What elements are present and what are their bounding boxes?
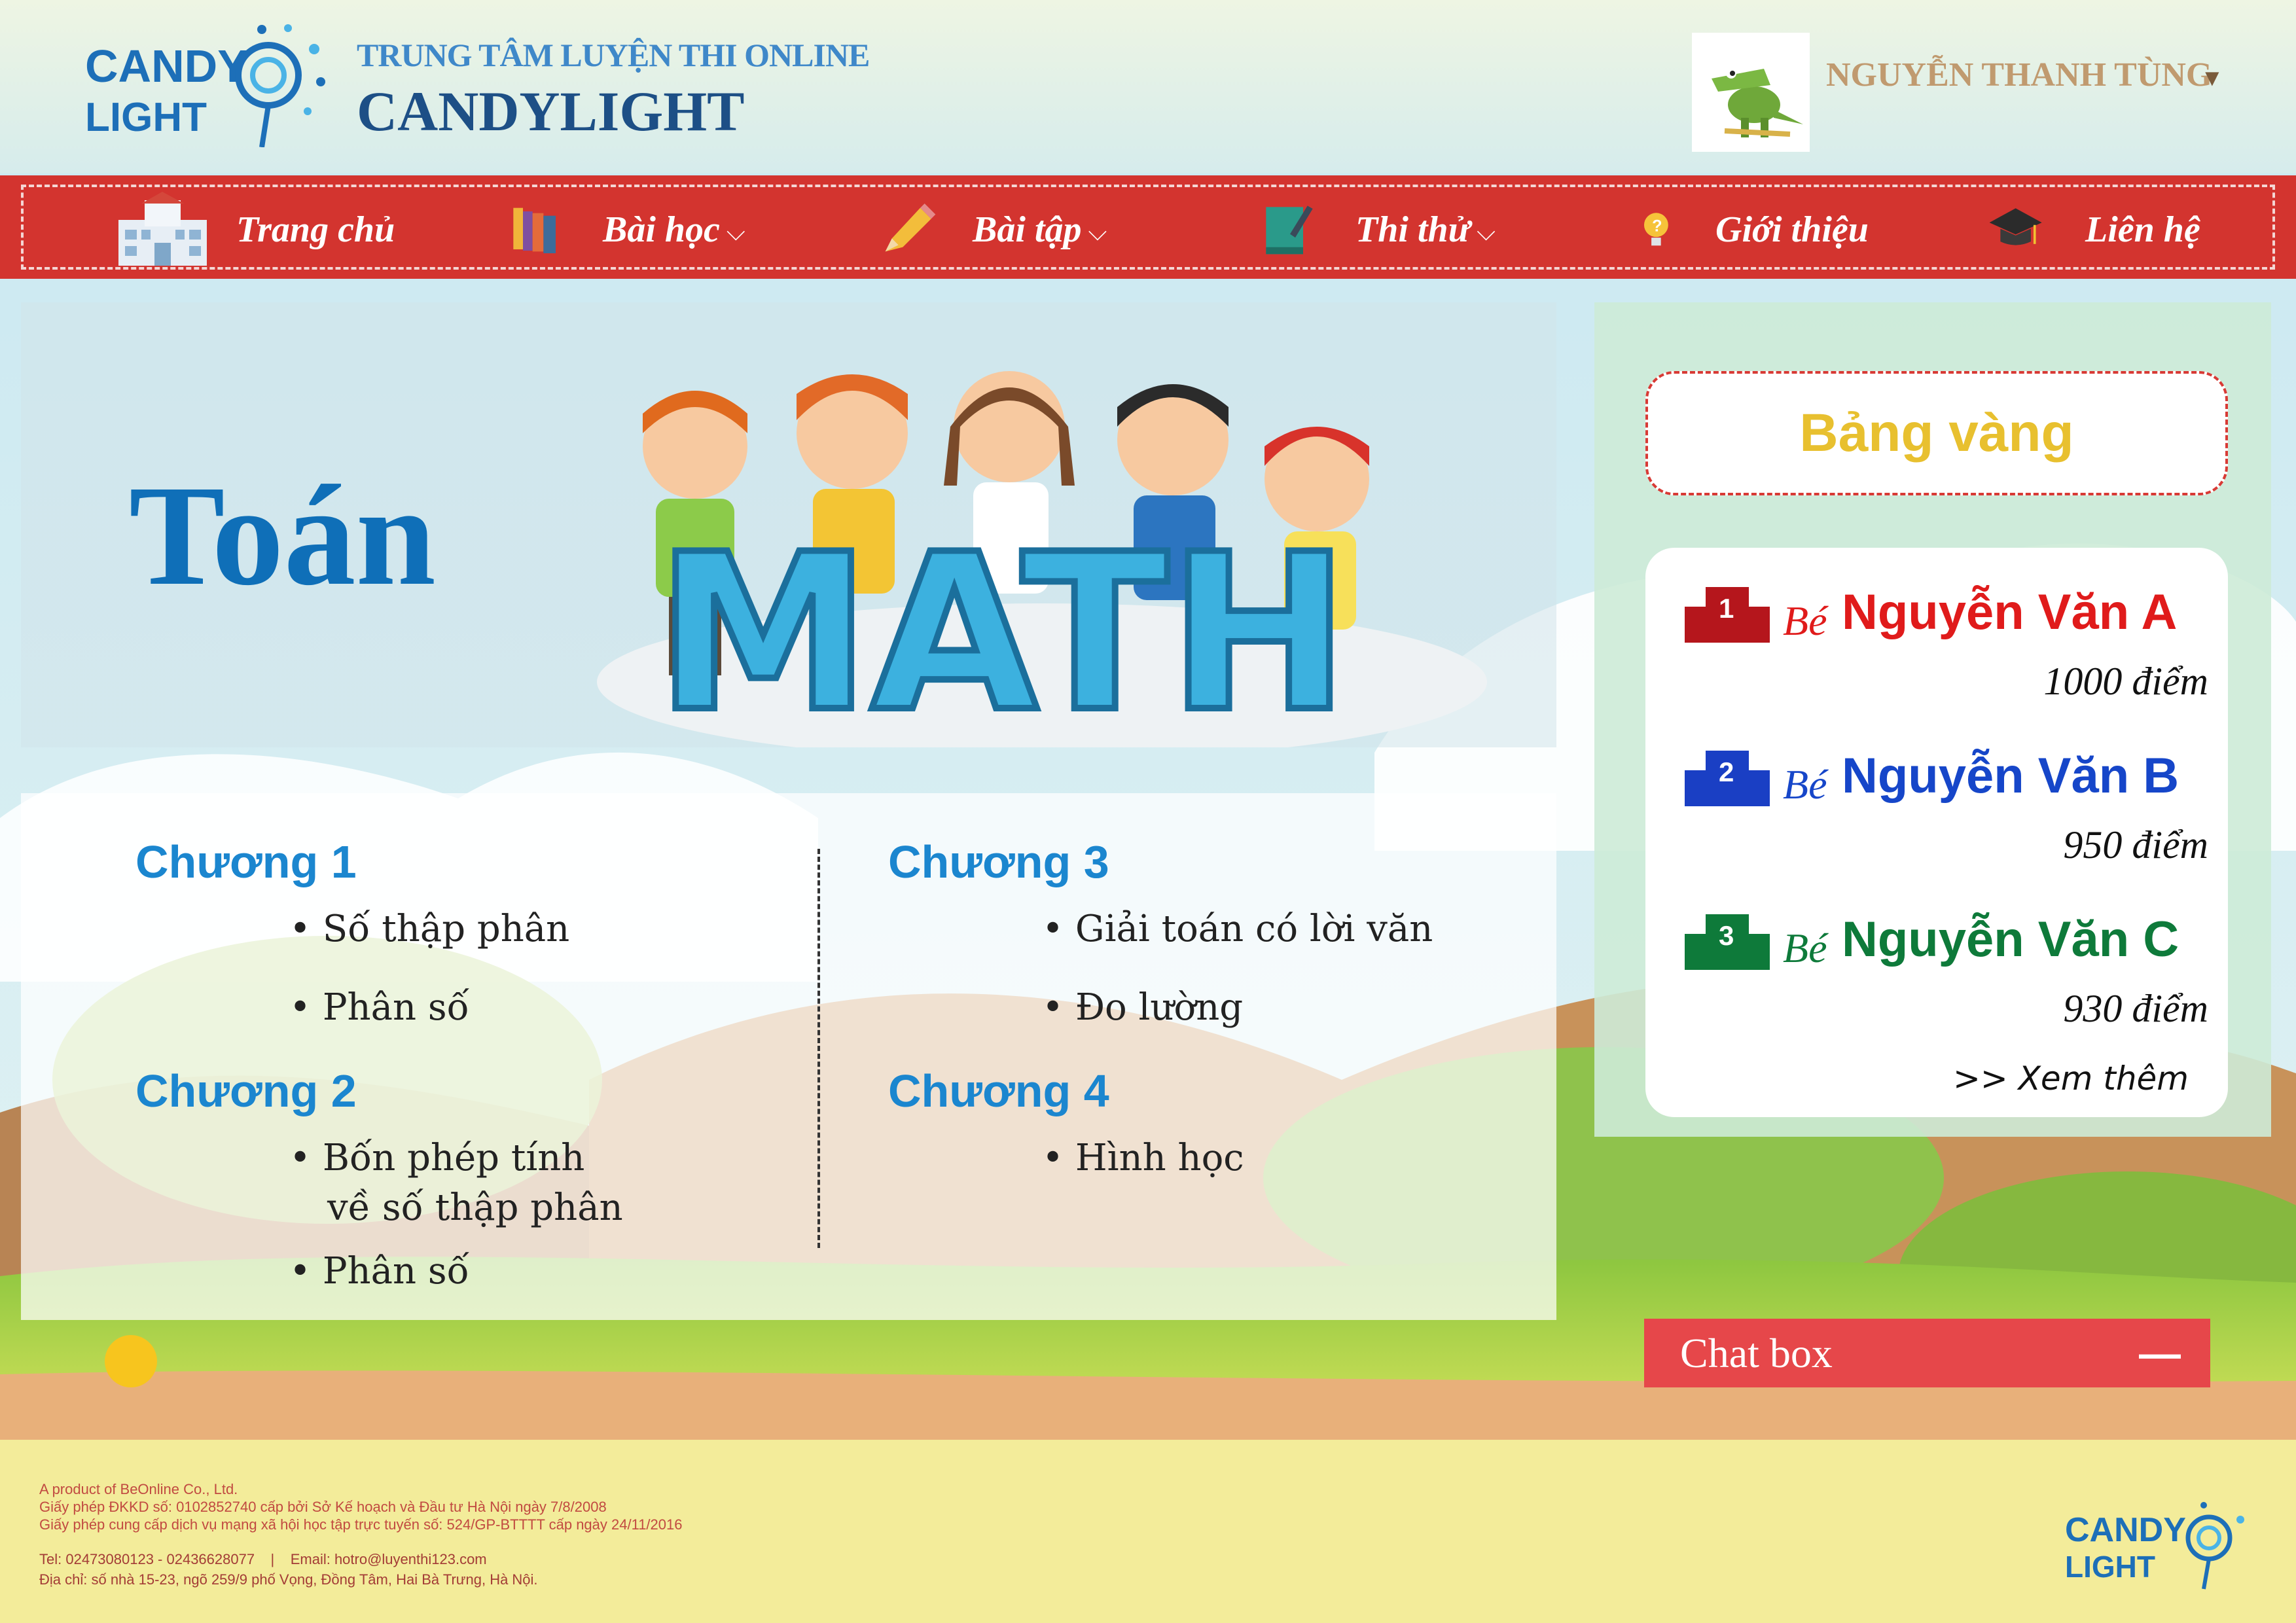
user-name[interactable]: NGUYỄN THANH TÙNG — [1826, 56, 2212, 94]
lesson-item[interactable]: • Phân số — [289, 983, 469, 1033]
subject-banner: Toán MATH — [21, 302, 1556, 747]
lesson-item[interactable]: • Giải toán có lời văn — [1042, 904, 1433, 954]
rank-name[interactable]: Nguyễn Văn A — [1842, 584, 2177, 641]
chapter-2[interactable]: Chương 2 — [135, 1065, 357, 1117]
chevron-down-icon: ⌵ — [1088, 218, 1107, 246]
rank-prefix: Bé — [1783, 925, 1827, 971]
subject-title: Toán — [129, 455, 436, 615]
crocodile-icon — [1712, 68, 1803, 137]
rank-score: 930 điểm — [2063, 987, 2208, 1030]
podium-first-icon: 1 — [1685, 587, 1770, 643]
nav-item-bai-tap[interactable]: Bài tập ⌵ — [881, 187, 1107, 272]
main-nav-border: Trang chủ Bài học ⌵ Bài tập ⌵ Thi thử ⌵ … — [21, 185, 2275, 270]
rank-number: 3 — [1719, 920, 1734, 951]
books-icon — [513, 207, 556, 253]
rank-prefix: Bé — [1783, 597, 1827, 644]
rank-entry-2[interactable]: 2 Bé Nguyễn Văn B 950 điểm — [1685, 747, 2208, 904]
ranking-list: 1 Bé Nguyễn Văn A 1000 điểm 2 Bé Nguyễn … — [1645, 548, 2228, 1117]
lesson-item[interactable]: • Đo lường — [1042, 983, 1243, 1033]
rank-score: 1000 điểm — [2043, 660, 2208, 703]
column-divider — [817, 849, 820, 1248]
chapter-title[interactable]: Chương 1 — [135, 836, 357, 888]
see-more-link[interactable]: >> Xem thêm — [1953, 1060, 2189, 1097]
lesson-item[interactable]: • Số thập phân — [289, 904, 569, 954]
ranking-title: Bảng vàng — [1799, 403, 2074, 463]
podium-third-icon: 3 — [1685, 914, 1770, 970]
rank-name[interactable]: Nguyễn Văn C — [1842, 911, 2179, 968]
footer-phone: Tel: 02473080123 - 02436628077 — [39, 1551, 255, 1567]
rank-name[interactable]: Nguyễn Văn B — [1842, 747, 2179, 804]
logo-text-top: CANDY — [85, 41, 248, 92]
user-avatar[interactable] — [1692, 33, 1810, 152]
user-menu-caret-icon[interactable]: ▼ — [2200, 64, 2224, 92]
footer-logo-text-top: CANDY — [2065, 1511, 2186, 1549]
chapter-title[interactable]: Chương 4 — [888, 1065, 1109, 1117]
candylight-logo[interactable]: CANDY LIGHT — [79, 16, 327, 147]
nav-item-gioi-thieu[interactable]: ? Giới thiệu — [1643, 187, 1869, 272]
rank-number: 2 — [1719, 757, 1734, 787]
lesson-item[interactable]: • Phân số — [289, 1247, 469, 1296]
nav-label-thi-thu: Thi thử — [1355, 209, 1471, 250]
nav-label-trang-chu: Trang chủ — [236, 209, 395, 250]
school-building-icon — [118, 192, 207, 266]
footer-contact: Tel: 02473080123 - 02436628077 | Email: … — [39, 1549, 538, 1590]
rank-entry-3[interactable]: 3 Bé Nguyễn Văn C 930 điểm — [1685, 911, 2208, 1068]
footer-address: Địa chỉ: số nhà 15-23, ngõ 259/9 phố Vọn… — [39, 1571, 538, 1588]
nav-item-trang-chu[interactable]: Trang chủ — [109, 187, 395, 272]
lesson-item-continued[interactable]: về số thập phân — [327, 1183, 623, 1233]
nav-label-gioi-thieu: Giới thiệu — [1715, 209, 1869, 250]
graduation-cap-icon — [1989, 208, 2042, 245]
kids-math-illustration: MATH — [597, 371, 1487, 747]
logo-text-bottom: LIGHT — [85, 95, 207, 140]
chapter-title[interactable]: Chương 2 — [135, 1065, 357, 1117]
chevron-down-icon: ⌵ — [726, 218, 745, 246]
chapter-title[interactable]: Chương 3 — [888, 836, 1109, 888]
nav-label-lien-he: Liên hệ — [2085, 209, 2200, 250]
site-header: CANDY LIGHT TRUNG TÂM LUYỆN THI ONLINE C… — [0, 0, 2296, 173]
nav-label-bai-tap: Bài tập — [973, 209, 1082, 250]
lollipop-icon — [2185, 1502, 2244, 1590]
minimize-icon[interactable]: — — [2139, 1329, 2181, 1378]
chat-box-label: Chat box — [1680, 1329, 1833, 1376]
footer-logo-text-bottom: LIGHT — [2065, 1550, 2155, 1584]
footer-separator: | — [270, 1551, 275, 1567]
main-nav: Trang chủ Bài học ⌵ Bài tập ⌵ Thi thử ⌵ … — [0, 175, 2296, 279]
lesson-item[interactable]: • Hình học — [1042, 1133, 1244, 1183]
lesson-item[interactable]: • Bốn phép tính — [289, 1133, 584, 1183]
notebook-pen-icon — [1266, 205, 1313, 255]
footer-line: Giấy phép ĐKKD số: 0102852740 cấp bởi Sở… — [39, 1499, 607, 1515]
footer-email[interactable]: Email: hotro@luyenthi123.com — [291, 1551, 487, 1567]
pencil-icon — [885, 204, 936, 252]
rank-score: 950 điểm — [2063, 823, 2208, 866]
lollipop-icon — [235, 24, 325, 147]
chapter-1[interactable]: Chương 1 — [135, 836, 357, 888]
footer-line: Giấy phép cung cấp dịch vụ mạng xã hội h… — [39, 1516, 683, 1533]
rank-entry-1[interactable]: 1 Bé Nguyễn Văn A 1000 điểm — [1685, 584, 2208, 741]
chat-box-bar[interactable]: Chat box — — [1644, 1319, 2210, 1387]
nav-item-bai-hoc[interactable]: Bài học ⌵ — [511, 187, 745, 272]
brand-name: CANDYLIGHT — [357, 80, 745, 143]
podium-second-icon: 2 — [1685, 751, 1770, 806]
nav-label-bai-hoc: Bài học — [603, 209, 720, 250]
banner-math-word: MATH — [656, 508, 1349, 747]
nav-item-lien-he[interactable]: Liên hệ — [1987, 187, 2200, 272]
nav-item-thi-thu[interactable]: Thi thử ⌵ — [1264, 187, 1496, 272]
ranking-title-box: Bảng vàng — [1645, 371, 2228, 495]
ranking-sidebar: Bảng vàng 1 Bé Nguyễn Văn A 1000 điểm 2 … — [1594, 302, 2271, 1137]
chevron-down-icon: ⌵ — [1477, 218, 1496, 246]
rank-number: 1 — [1719, 593, 1734, 624]
chapter-3[interactable]: Chương 3 — [888, 836, 1109, 888]
footer-line: A product of BeOnline Co., Ltd. — [39, 1481, 238, 1497]
lightbulb-question-icon: ? — [1643, 213, 1668, 246]
brand-subtitle: TRUNG TÂM LUYỆN THI ONLINE — [357, 37, 870, 73]
footer-legal: A product of BeOnline Co., Ltd. Giấy phé… — [39, 1480, 682, 1533]
svg-text:?: ? — [1652, 217, 1662, 235]
rank-prefix: Bé — [1783, 761, 1827, 808]
chapters-panel: Chương 1 • Số thập phân • Phân số Chương… — [21, 793, 1556, 1320]
chapter-4[interactable]: Chương 4 — [888, 1065, 1109, 1117]
footer-candylight-logo[interactable]: CANDY LIGHT — [2062, 1492, 2245, 1590]
